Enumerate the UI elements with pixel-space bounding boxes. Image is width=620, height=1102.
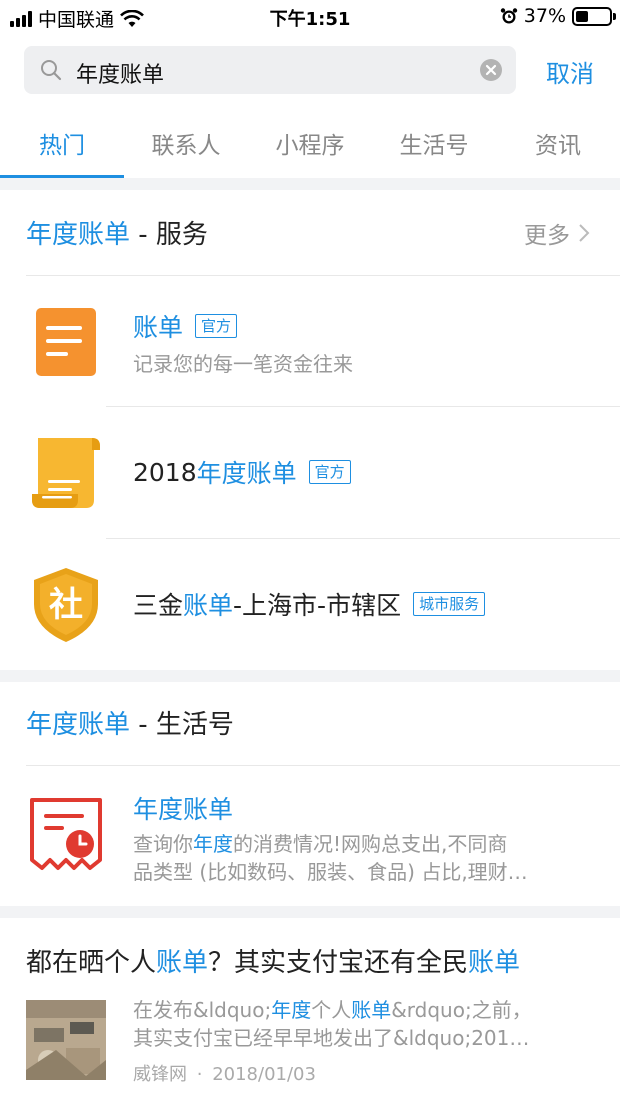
section-divider bbox=[0, 670, 620, 682]
summary-line-1: 在发布&ldquo;年度个人账单&rdquo;之前， bbox=[133, 996, 593, 1024]
services-title-rest: - 服务 bbox=[130, 220, 208, 250]
cancel-button[interactable]: 取消 bbox=[546, 54, 594, 89]
service-title-prefix: 2018 bbox=[133, 457, 197, 487]
article-summary: 在发布&ldquo;年度个人账单&rdquo;之前， 其实支付宝已经早早地发出了… bbox=[133, 996, 593, 1052]
section-divider bbox=[0, 906, 620, 918]
desc-part: 的消费情况!网购总支出,不同商 bbox=[233, 832, 508, 856]
article-title: 都在晒个人账单？其实支付宝还有全民账单 bbox=[26, 942, 520, 979]
divider bbox=[26, 275, 620, 276]
shield-char: 社 bbox=[49, 585, 83, 625]
service-title: 2018 年度账单 官方 bbox=[133, 454, 351, 490]
section-divider bbox=[0, 178, 620, 190]
service-title-highlight: 账单 bbox=[183, 591, 234, 620]
service-title-highlight: 年度账单 bbox=[196, 459, 297, 488]
chevron-right-icon bbox=[579, 224, 590, 242]
status-right: 37% bbox=[500, 5, 616, 27]
service-title-highlight: 账单 bbox=[133, 313, 184, 342]
article-thumbnail bbox=[26, 1000, 106, 1080]
tab-contacts[interactable]: 联系人 bbox=[124, 108, 248, 178]
title-highlight: 账单 bbox=[156, 948, 209, 978]
summary-part: 个人 bbox=[311, 998, 352, 1022]
city-service-badge: 城市服务 bbox=[413, 592, 486, 616]
desc-highlight: 年度 bbox=[193, 832, 233, 856]
more-label: 更多 bbox=[524, 223, 570, 249]
divider bbox=[106, 406, 620, 407]
title-part: ？其实支付宝还有全民 bbox=[208, 948, 469, 978]
summary-highlight: 年度 bbox=[271, 998, 312, 1022]
title-highlight: 账单 bbox=[468, 948, 521, 978]
service-subtitle: 记录您的每一笔资金往来 bbox=[133, 352, 353, 376]
meta-separator: · bbox=[196, 1064, 203, 1085]
summary-part: 在发布&ldquo; bbox=[133, 998, 272, 1022]
divider bbox=[26, 765, 620, 766]
desc-part: 查询你 bbox=[133, 832, 193, 856]
life-title-highlight: 年度账单 bbox=[26, 710, 131, 740]
article-meta: 威锋网 · 2018/01/03 bbox=[133, 1060, 316, 1086]
summary-line-2: 其实支付宝已经早早地发出了&ldquo;201… bbox=[133, 1026, 530, 1050]
service-title: 账单 官方 bbox=[133, 308, 238, 344]
social-security-shield-icon: 社 bbox=[26, 564, 106, 644]
search-row: 年度账单 取消 bbox=[0, 44, 620, 96]
services-section-title: 年度账单 - 服务 bbox=[26, 214, 208, 251]
battery-fill bbox=[576, 10, 588, 22]
official-badge: 官方 bbox=[195, 314, 238, 338]
tab-life-accounts[interactable]: 生活号 bbox=[372, 108, 496, 178]
receipt-clock-icon bbox=[26, 794, 106, 874]
battery-percent: 37% bbox=[523, 5, 566, 27]
life-account-title-text: 年度账单 bbox=[133, 795, 234, 824]
desc-line-2: 品类型 (比如数码、服装、食品) 占比,理财… bbox=[133, 860, 528, 884]
tab-mini-programs[interactable]: 小程序 bbox=[248, 108, 372, 178]
life-account-description: 查询你年度的消费情况!网购总支出,不同商 品类型 (比如数码、服装、食品) 占比… bbox=[133, 830, 593, 886]
tab-bar: 热门 联系人 小程序 生活号 资讯 bbox=[0, 108, 620, 178]
article-date: 2018/01/03 bbox=[212, 1064, 316, 1085]
search-icon bbox=[41, 60, 62, 81]
bill-document-icon bbox=[26, 304, 106, 384]
desc-line-1: 查询你年度的消费情况!网购总支出,不同商 bbox=[133, 830, 593, 858]
battery-icon bbox=[572, 6, 616, 26]
search-input[interactable]: 年度账单 bbox=[24, 46, 516, 94]
search-query-text: 年度账单 bbox=[76, 63, 165, 88]
clear-search-icon[interactable] bbox=[480, 59, 502, 81]
service-title-suffix: -上海市-市辖区 bbox=[233, 591, 402, 620]
tab-news[interactable]: 资讯 bbox=[496, 108, 620, 178]
status-bar: 中国联通 下午1:51 37% bbox=[0, 0, 620, 34]
official-badge: 官方 bbox=[308, 460, 351, 484]
summary-highlight: 账单 bbox=[351, 998, 392, 1022]
title-part: 都在晒个人 bbox=[26, 948, 157, 978]
tab-hot[interactable]: 热门 bbox=[0, 108, 124, 178]
article-source: 威锋网 bbox=[133, 1064, 187, 1085]
divider bbox=[106, 538, 620, 539]
summary-part: &rdquo;之前， bbox=[391, 998, 532, 1022]
service-title: 三金 账单 -上海市-市辖区 城市服务 bbox=[133, 586, 486, 622]
services-title-highlight: 年度账单 bbox=[26, 220, 131, 250]
life-account-title: 年度账单 bbox=[133, 790, 233, 826]
services-more-button[interactable]: 更多 bbox=[524, 216, 590, 250]
service-title-prefix: 三金 bbox=[133, 591, 184, 620]
alarm-clock-icon bbox=[500, 8, 517, 24]
scroll-icon bbox=[26, 432, 106, 512]
life-accounts-section-title: 年度账单 - 生活号 bbox=[26, 704, 234, 741]
life-title-rest: - 生活号 bbox=[130, 710, 234, 740]
